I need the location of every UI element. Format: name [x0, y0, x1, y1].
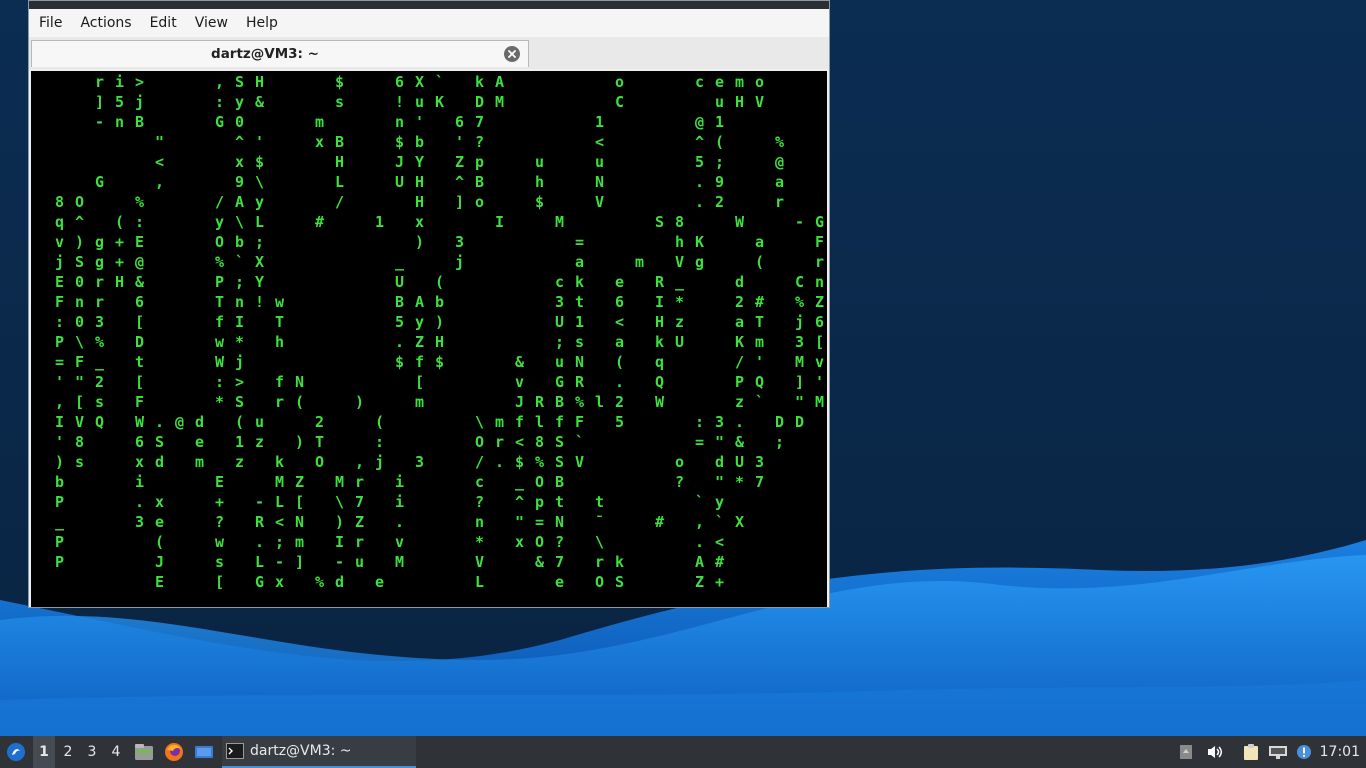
matrix-row: )s xd m z k O ,j 3 /.$%SV o dU3	[55, 453, 784, 471]
matrix-row: :03 [ fI T 5y) U1 < Hz aT j6	[55, 313, 827, 331]
terminal-icon	[226, 743, 244, 759]
taskbar: 1 2 3 4 dartz@VM3: ~ 17:01	[0, 736, 1366, 768]
show-desktop-icon[interactable]	[192, 736, 216, 768]
firefox-icon[interactable]	[162, 736, 186, 768]
matrix-row: ri> ,SH $ 6X` kA o cemo k6$	[55, 73, 827, 91]
matrix-row: < x$ H JY Zp u u 5; @ ,	[55, 153, 827, 171]
matrix-row: " ^' xB $b '? < ^( % 9	[55, 133, 827, 151]
matrix-row: _ 3e ? R<N )Z . n "=N ¯ # ,`X	[55, 513, 764, 531]
matrix-row: -nB G0 m n' 67 1 @1 *	[55, 113, 827, 131]
menu-help[interactable]: Help	[246, 15, 278, 31]
matrix-rain-text: ri> ,SH $ 6X` kA o cemo k6$ ]5j :y& s !u…	[55, 73, 827, 591]
matrix-row: 8O % /Ay / H ]o $ V .2 r >	[55, 193, 827, 211]
matrix-row: P J s L-] -u M V &7 rk A#	[55, 553, 764, 571]
volume-icon[interactable]	[1204, 736, 1226, 768]
matrix-row: q^ (: y\L # 1 x I M S8 W -G	[55, 213, 827, 231]
workspace-4[interactable]: 4	[105, 736, 127, 768]
taskbar-item-label: dartz@VM3: ~	[250, 743, 352, 759]
matrix-row: '8 6S e 1z )T : Or<8S` ="& ;	[55, 433, 804, 451]
menu-view[interactable]: View	[195, 15, 228, 31]
matrix-row: G , 9\ L UH ^B h N .9 a 8	[55, 173, 827, 191]
terminal-window[interactable]: File Actions Edit View Help dartz@VM3: ~…	[28, 0, 830, 608]
taskbar-item-terminal[interactable]: dartz@VM3: ~	[222, 736, 416, 768]
workspace-1[interactable]: 1	[33, 736, 55, 768]
clock[interactable]: 17:01	[1320, 736, 1360, 768]
notification-icon[interactable]	[1294, 736, 1314, 768]
file-manager-icon[interactable]	[132, 736, 156, 768]
menu-file[interactable]: File	[39, 15, 62, 31]
matrix-row: E [ Gx %d e L e OS Z+	[55, 573, 764, 591]
matrix-row: =F_ t Wj $f$ & uN ( q /' Mv	[55, 353, 827, 371]
matrix-row: P .x + -L[ \7 i ? ^pt t `y	[55, 493, 764, 511]
network-icon[interactable]	[1266, 736, 1290, 768]
clipboard-icon[interactable]	[1240, 736, 1262, 768]
matrix-row: IVQ W.@d (u 2 ( \mflfF 5 :3. DD	[55, 413, 824, 431]
terminal-tab[interactable]: dartz@VM3: ~	[31, 40, 529, 67]
workspace-2[interactable]: 2	[57, 736, 79, 768]
matrix-row: E0rH& P;Y U ( ck e R_ d Cn	[55, 273, 827, 291]
matrix-row: '"2 [ :> fN [ v GR . Q PQ ]'	[55, 373, 827, 391]
matrix-row: b i E MZ Mr i c _OB ? "*7	[55, 473, 784, 491]
app-menu-icon[interactable]	[2, 736, 30, 768]
eject-icon[interactable]	[1176, 736, 1196, 768]
tab-close-icon[interactable]	[504, 46, 520, 62]
tab-title: dartz@VM3: ~	[211, 46, 319, 62]
matrix-row: ]5j :y& s !uK DM C uHV e	[55, 93, 827, 111]
matrix-row: P\% D w* h .ZH ;s a kU Km 3[	[55, 333, 827, 351]
menu-actions[interactable]: Actions	[80, 15, 131, 31]
matrix-row: Fnr 6 Tn!w BAb 3t 6 I* 2# %Z	[55, 293, 827, 311]
terminal-output[interactable]: ri> ,SH $ 6X` kA o cemo k6$ ]5j :y& s !u…	[31, 71, 827, 607]
menu-edit[interactable]: Edit	[150, 15, 177, 31]
tab-bar: dartz@VM3: ~	[29, 37, 829, 69]
matrix-row: P ( w .;m Ir v * xO? \ .<	[55, 533, 764, 551]
window-titlebar[interactable]	[29, 1, 829, 9]
matrix-row: ,[s F *S r( ) m JRB%l2 W z` "M	[55, 393, 827, 411]
matrix-row: v)g+E Ob; ) 3 = hK a FR	[55, 233, 827, 251]
workspace-3[interactable]: 3	[81, 736, 103, 768]
menubar: File Actions Edit View Help	[29, 9, 829, 37]
matrix-row: jSg+@ %`X _ j a m Vg ( rW	[55, 253, 827, 271]
desktop[interactable]: File Actions Edit View Help dartz@VM3: ~…	[0, 0, 1366, 736]
